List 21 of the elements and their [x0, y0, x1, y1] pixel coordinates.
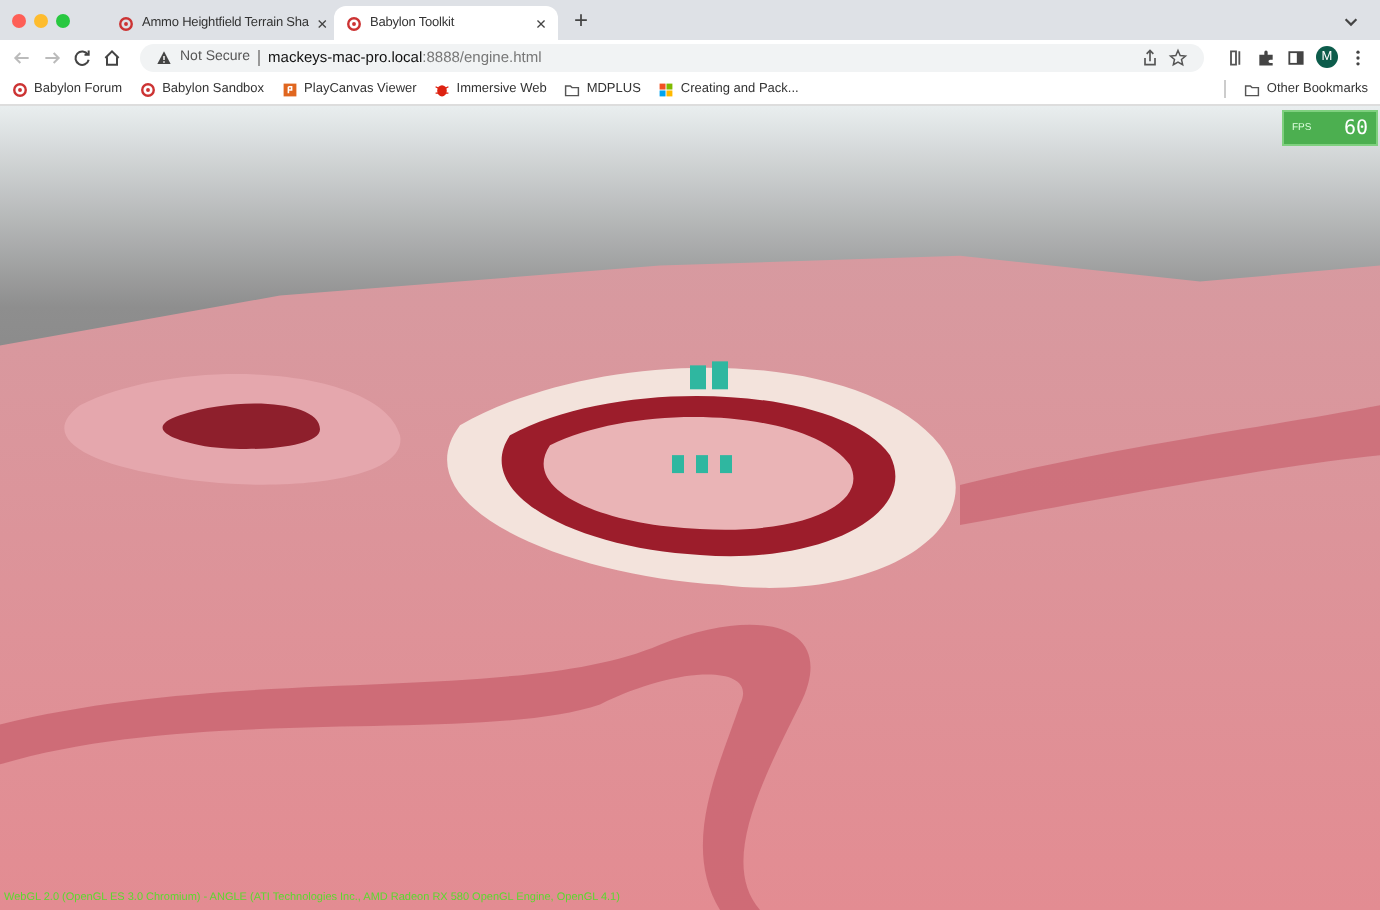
babylon-logo-icon [12, 81, 28, 97]
side-panel-icon[interactable] [1286, 47, 1306, 67]
warning-icon [156, 49, 172, 65]
bug-icon [434, 81, 451, 97]
share-icon[interactable] [1140, 47, 1160, 67]
star-icon[interactable] [1168, 47, 1188, 67]
new-tab-button[interactable]: + [574, 6, 589, 34]
fps-value: 60 [1343, 117, 1368, 139]
babylon-logo-icon [346, 15, 362, 31]
close-tab-button[interactable]: × [316, 13, 328, 33]
playcanvas-logo-icon [282, 81, 299, 97]
home-icon[interactable] [102, 47, 122, 67]
babylon-logo-icon [118, 15, 134, 31]
folder-icon [1244, 81, 1261, 97]
babylon-logo-icon [140, 81, 157, 97]
windows-logo-icon [658, 81, 675, 97]
reload-icon[interactable] [72, 47, 92, 67]
folder-icon [564, 81, 581, 97]
close-tab-button[interactable]: × [535, 13, 546, 33]
puzzle-icon[interactable] [1256, 47, 1276, 67]
extension-icon[interactable] [1226, 47, 1246, 67]
